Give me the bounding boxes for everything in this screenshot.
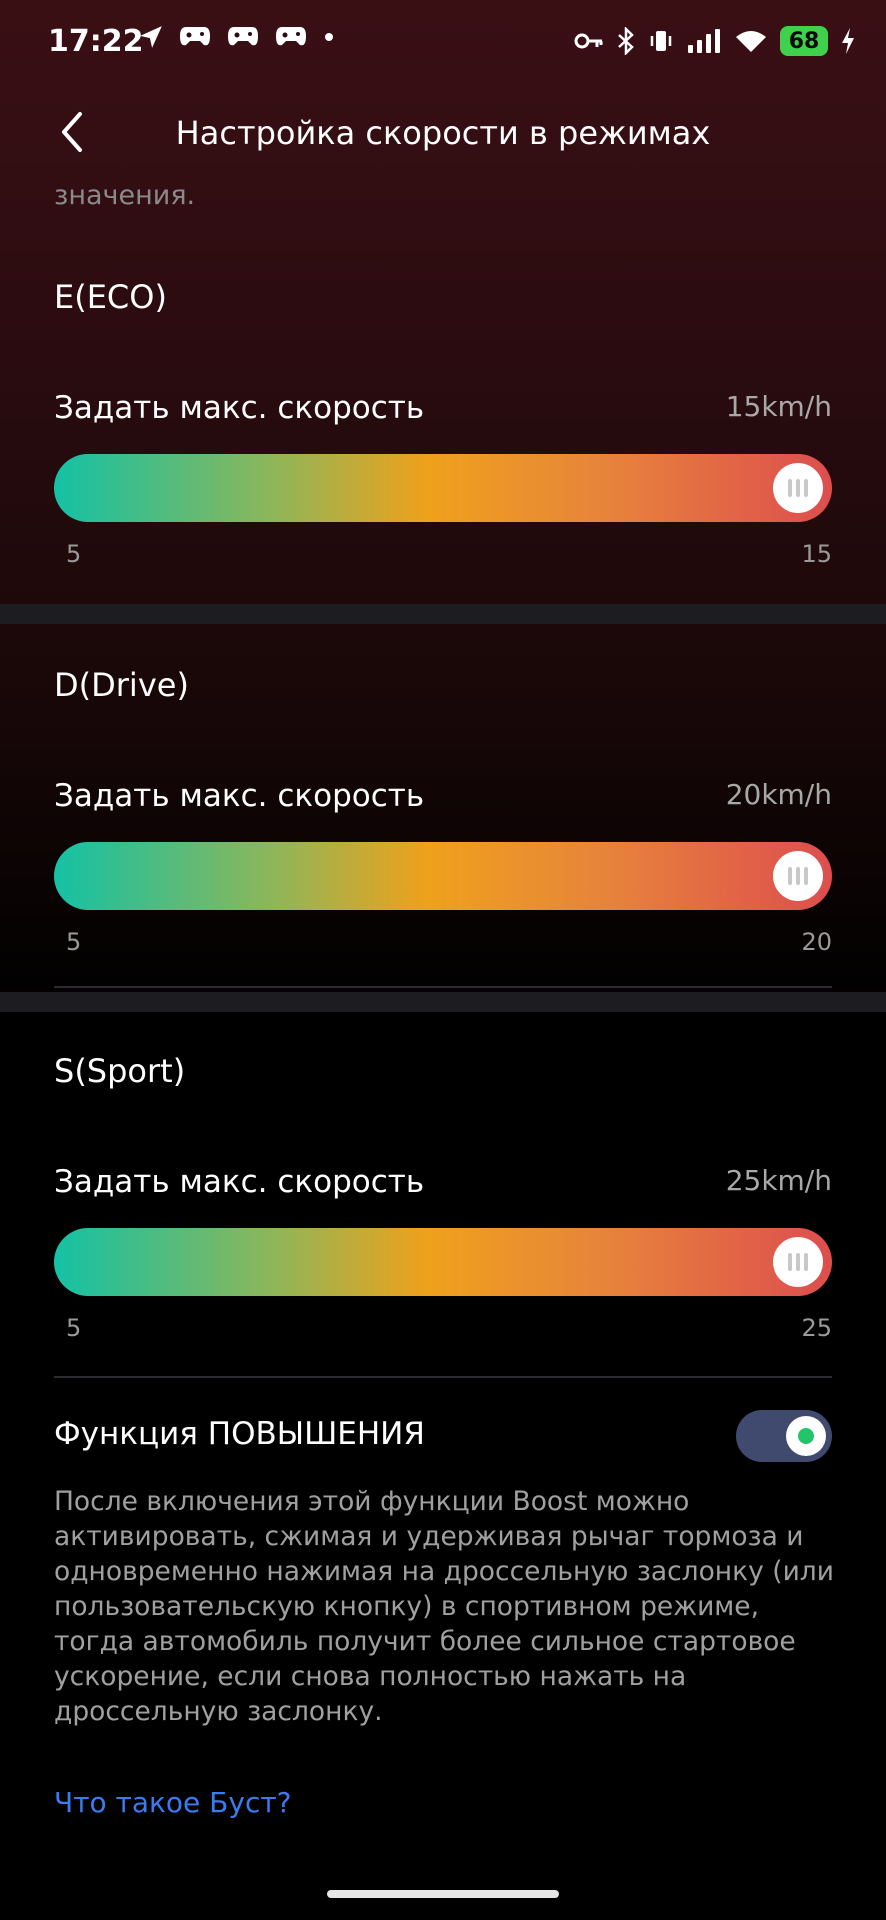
home-indicator[interactable] bbox=[327, 1890, 559, 1898]
bluetooth-icon bbox=[618, 27, 634, 55]
toggle-knob bbox=[786, 1416, 826, 1456]
max-speed-label-eco: Задать макс. скорость bbox=[54, 390, 425, 426]
slider-max-sport: 25 bbox=[801, 1314, 832, 1342]
signal-icon bbox=[688, 29, 720, 53]
battery-indicator: 68 bbox=[780, 26, 828, 56]
toggle-on-dot-icon bbox=[798, 1428, 814, 1444]
dot-icon bbox=[325, 33, 333, 41]
speed-slider-eco[interactable] bbox=[54, 454, 832, 522]
status-time: 17:22 bbox=[48, 24, 144, 59]
speed-slider-sport[interactable] bbox=[54, 1228, 832, 1296]
page-title: Настройка скорости в режимах bbox=[175, 114, 711, 152]
max-speed-value-drive: 20km/h bbox=[725, 778, 832, 811]
game-controller-icon bbox=[228, 27, 258, 46]
max-speed-value-eco: 15km/h bbox=[725, 390, 832, 423]
game-controller-icon bbox=[276, 27, 306, 46]
max-speed-label-sport: Задать макс. скорость bbox=[54, 1164, 425, 1200]
speed-slider-drive[interactable] bbox=[54, 842, 832, 910]
mode-title-sport: S(Sport) bbox=[54, 1052, 186, 1090]
slider-min-sport: 5 bbox=[66, 1314, 82, 1342]
status-right-icons: 68 bbox=[574, 26, 856, 56]
slider-max-drive: 20 bbox=[801, 928, 832, 956]
slider-min-eco: 5 bbox=[66, 540, 82, 568]
boost-function-label: Функция ПОВЫШЕНИЯ bbox=[54, 1416, 425, 1452]
max-speed-value-sport: 25km/h bbox=[725, 1164, 832, 1197]
section-divider bbox=[0, 992, 886, 1012]
description-tail-text: значения. bbox=[54, 180, 196, 211]
slider-max-eco: 15 bbox=[801, 540, 832, 568]
boost-toggle[interactable] bbox=[736, 1410, 832, 1462]
slider-thumb-eco[interactable] bbox=[773, 463, 823, 513]
game-controller-icon bbox=[180, 27, 210, 46]
status-left-icons bbox=[138, 24, 336, 50]
mode-title-drive: D(Drive) bbox=[54, 666, 189, 704]
key-icon bbox=[574, 33, 603, 49]
boost-description: После включения этой функции Boost можно… bbox=[54, 1486, 834, 1727]
divider-line bbox=[54, 1376, 832, 1378]
wifi-icon bbox=[736, 31, 766, 52]
navigation-icon bbox=[140, 26, 162, 48]
slider-thumb-drive[interactable] bbox=[773, 851, 823, 901]
vibrate-icon bbox=[650, 31, 672, 51]
section-divider bbox=[0, 604, 886, 624]
what-is-boost-link[interactable]: Что такое Буст? bbox=[54, 1786, 292, 1819]
max-speed-label-drive: Задать макс. скорость bbox=[54, 778, 425, 814]
divider-line bbox=[54, 986, 832, 988]
slider-min-drive: 5 bbox=[66, 928, 82, 956]
slider-thumb-sport[interactable] bbox=[773, 1237, 823, 1287]
mode-title-eco: E(ECO) bbox=[54, 278, 167, 316]
charging-icon bbox=[842, 28, 854, 54]
